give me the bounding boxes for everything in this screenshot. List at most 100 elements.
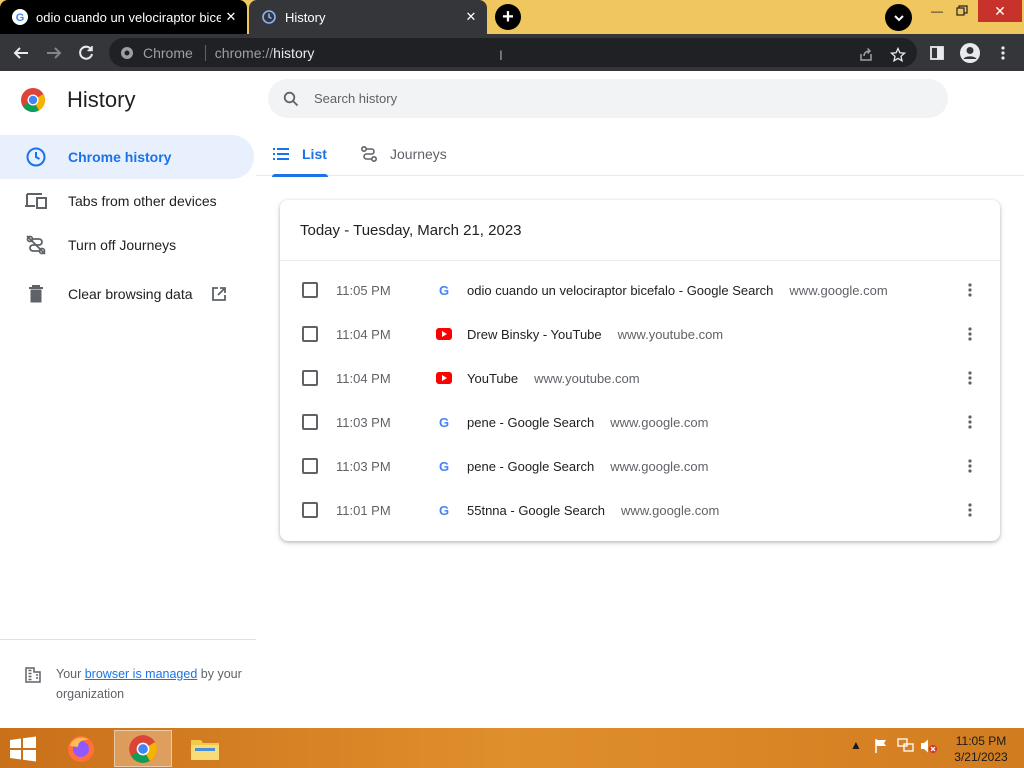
close-icon[interactable]: ✕ <box>221 7 241 27</box>
chrome-site-icon <box>119 45 135 61</box>
list-icon <box>272 145 290 163</box>
svg-text:G: G <box>439 415 449 429</box>
entry-domain: www.google.com <box>789 282 888 298</box>
forward-button[interactable] <box>41 40 67 66</box>
url-scheme: chrome:// <box>214 44 274 61</box>
entry-domain: www.google.com <box>610 414 709 430</box>
chrome-logo-icon <box>21 88 46 113</box>
menu-button[interactable] <box>990 40 1016 66</box>
tab-history[interactable]: History ✕ <box>249 0 487 34</box>
reload-button[interactable] <box>73 40 99 66</box>
side-panel-button[interactable] <box>924 40 950 66</box>
entry-checkbox[interactable] <box>302 370 318 386</box>
entry-domain: www.youtube.com <box>617 326 724 342</box>
search-box[interactable] <box>268 79 948 118</box>
back-button[interactable] <box>8 40 34 66</box>
clock-icon <box>24 145 48 169</box>
sidebar-item-label: Tabs from other devices <box>68 193 217 209</box>
close-icon[interactable]: ✕ <box>461 7 481 27</box>
taskbar-chrome[interactable] <box>114 730 172 767</box>
entry-title[interactable]: pene - Google Search <box>467 459 594 474</box>
sidebar-item-chrome-history[interactable]: Chrome history <box>0 135 254 179</box>
more-actions-icon[interactable] <box>960 456 980 476</box>
entry-checkbox[interactable] <box>302 458 318 474</box>
network-icon[interactable] <box>897 738 915 754</box>
tab-label: Journeys <box>390 145 447 162</box>
text-cursor-icon: I <box>499 47 503 63</box>
entry-title[interactable]: odio cuando un velociraptor bicefalo - G… <box>467 283 773 298</box>
day-header: Today - Tuesday, March 21, 2023 <box>300 222 522 239</box>
share-icon[interactable] <box>856 45 876 65</box>
taskbar-file-explorer[interactable] <box>176 730 234 767</box>
more-actions-icon[interactable] <box>960 280 980 300</box>
new-tab-button[interactable]: + <box>495 4 521 30</box>
taskbar-clock[interactable]: 11:05 PM 3/21/2023 <box>950 733 1012 765</box>
entry-title[interactable]: 55tnna - Google Search <box>467 503 605 518</box>
managed-link[interactable]: browser is managed <box>85 667 198 681</box>
sidebar-item-tabs-from-other-devices[interactable]: Tabs from other devices <box>0 179 254 223</box>
tab-label: List <box>302 145 327 162</box>
history-entry[interactable]: 11:01 PM G 55tnna - Google Search www.go… <box>280 488 1000 532</box>
google-icon: G <box>436 502 452 518</box>
restore-button[interactable] <box>950 0 974 22</box>
history-entry[interactable]: 11:04 PM Drew Binsky - YouTube www.youtu… <box>280 312 1000 356</box>
tab-list[interactable]: List <box>272 131 328 177</box>
more-actions-icon[interactable] <box>960 324 980 344</box>
action-center-flag-icon[interactable] <box>873 738 889 754</box>
bookmark-star-icon[interactable] <box>888 45 908 65</box>
page-title: History <box>67 87 136 112</box>
entry-title[interactable]: pene - Google Search <box>467 415 594 430</box>
tab-strip: G odio cuando un velociraptor bicefalo -… <box>0 0 1024 34</box>
search-input[interactable] <box>314 91 874 106</box>
svg-text:G: G <box>439 283 449 297</box>
entry-title[interactable]: Drew Binsky - YouTube <box>467 327 602 342</box>
window-close-button[interactable]: ✕ <box>978 0 1022 22</box>
trash-icon <box>24 282 48 306</box>
journeys-off-icon <box>24 233 48 257</box>
windows-start-icon[interactable] <box>8 736 38 762</box>
sidebar-item-label: Turn off Journeys <box>68 237 177 253</box>
tab-title: History <box>285 9 326 25</box>
more-actions-icon[interactable] <box>960 412 980 432</box>
chrome-icon <box>129 734 157 763</box>
history-entry[interactable]: 11:05 PM G odio cuando un velociraptor b… <box>280 268 1000 312</box>
tray-expand-icon[interactable]: ▲ <box>850 738 862 752</box>
devices-icon <box>24 189 48 213</box>
tab-search-button[interactable] <box>885 4 912 31</box>
entry-checkbox[interactable] <box>302 502 318 518</box>
history-entry[interactable]: 11:04 PM YouTube www.youtube.com <box>280 356 1000 400</box>
entry-title[interactable]: YouTube <box>467 371 518 386</box>
building-icon <box>25 667 41 683</box>
managed-notice: Your browser is managed by your organiza… <box>24 664 244 704</box>
tab-journeys[interactable]: Journeys <box>360 131 460 176</box>
open-in-new-icon <box>211 286 227 302</box>
google-icon: G <box>436 414 452 430</box>
managed-prefix: Your <box>56 667 85 681</box>
firefox-icon <box>68 735 94 762</box>
entry-checkbox[interactable] <box>302 326 318 342</box>
entry-checkbox[interactable] <box>302 414 318 430</box>
volume-muted-icon[interactable] <box>920 738 938 754</box>
more-actions-icon[interactable] <box>960 368 980 388</box>
taskbar-firefox[interactable] <box>52 730 110 767</box>
reload-icon <box>79 45 93 60</box>
sidebar-item-turn-off-journeys[interactable]: Turn off Journeys <box>0 223 254 267</box>
clock-date: 3/21/2023 <box>954 750 1008 764</box>
svg-text:G: G <box>16 12 25 24</box>
chevron-down-icon <box>893 14 904 21</box>
history-entry[interactable]: 11:03 PM G pene - Google Search www.goog… <box>280 400 1000 444</box>
entry-time: 11:05 PM <box>336 282 391 298</box>
entry-domain: www.youtube.com <box>534 370 640 386</box>
profile-button[interactable] <box>957 40 983 66</box>
svg-text:G: G <box>439 503 449 517</box>
entry-time: 11:03 PM <box>336 414 391 430</box>
minimize-button[interactable]: — <box>925 0 949 22</box>
history-entry[interactable]: 11:03 PM G pene - Google Search www.goog… <box>280 444 1000 488</box>
entry-time: 11:04 PM <box>336 370 391 386</box>
sidebar-item-clear-browsing-data[interactable]: Clear browsing data <box>0 272 254 316</box>
journeys-icon <box>360 145 378 163</box>
more-actions-icon[interactable] <box>960 500 980 520</box>
tab-google-search[interactable]: G odio cuando un velociraptor bicefalo -… <box>0 0 247 34</box>
address-bar[interactable]: Chrome chrome://history <box>109 38 917 67</box>
entry-checkbox[interactable] <box>302 282 318 298</box>
